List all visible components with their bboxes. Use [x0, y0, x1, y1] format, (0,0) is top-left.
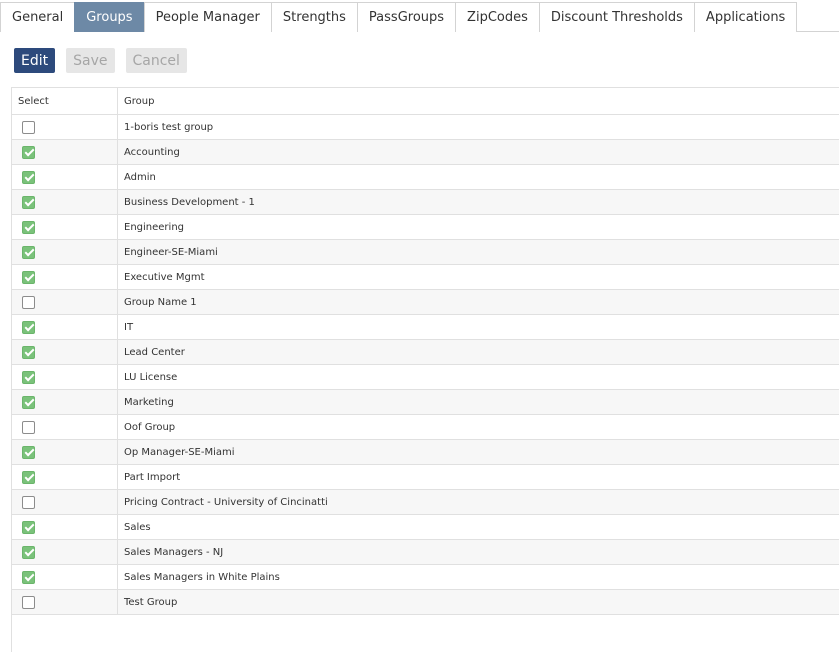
table-row[interactable]: Admin	[12, 165, 839, 190]
select-cell	[12, 140, 118, 164]
row-select-checkbox[interactable]	[22, 145, 35, 159]
table-row[interactable]: Lead Center	[12, 340, 839, 365]
select-cell	[12, 115, 118, 139]
tab-general[interactable]: General	[0, 2, 76, 32]
select-cell	[12, 390, 118, 414]
tab-strengths[interactable]: Strengths	[270, 2, 358, 32]
column-header-group[interactable]: Group	[118, 88, 839, 114]
group-name-cell: Sales Managers - NJ	[124, 546, 224, 558]
group-name-cell: Engineer-SE-Miami	[124, 246, 218, 258]
table-row[interactable]: Engineer-SE-Miami	[12, 240, 839, 265]
table-row[interactable]: Sales	[12, 515, 839, 540]
select-cell	[12, 215, 118, 239]
group-name-cell: Business Development - 1	[124, 196, 255, 208]
row-select-checkbox[interactable]	[22, 545, 35, 559]
select-cell	[12, 515, 118, 539]
row-select-checkbox[interactable]	[22, 445, 35, 459]
tab-bar: General Groups People Manager Strengths …	[0, 2, 839, 32]
select-cell	[12, 540, 118, 564]
tab-discount-thresholds[interactable]: Discount Thresholds	[538, 2, 695, 32]
row-select-checkbox[interactable]	[22, 295, 35, 309]
select-cell	[12, 415, 118, 439]
group-name-cell: Test Group	[124, 596, 178, 608]
grid-body: 1-boris test group Accounting Admin Busines…	[12, 115, 839, 615]
select-cell	[12, 190, 118, 214]
group-name-cell: LU License	[124, 371, 178, 383]
select-cell	[12, 240, 118, 264]
select-cell	[12, 590, 118, 614]
tab-applications[interactable]: Applications	[693, 2, 798, 32]
group-name-cell: Executive Mgmt	[124, 271, 205, 283]
row-select-checkbox[interactable]	[22, 370, 35, 384]
group-name-cell: Engineering	[124, 221, 184, 233]
table-row[interactable]: Executive Mgmt	[12, 265, 839, 290]
cancel-button[interactable]: Cancel	[125, 48, 187, 73]
row-select-checkbox[interactable]	[22, 345, 35, 359]
table-row[interactable]: Test Group	[12, 590, 839, 615]
tab-passgroups[interactable]: PassGroups	[356, 2, 457, 32]
table-row[interactable]: LU License	[12, 365, 839, 390]
group-name-cell: Op Manager-SE-Miami	[124, 446, 235, 458]
group-name-cell: Accounting	[124, 146, 180, 158]
row-select-checkbox[interactable]	[22, 245, 35, 259]
table-row[interactable]: Group Name 1	[12, 290, 839, 315]
select-cell	[12, 365, 118, 389]
row-select-checkbox[interactable]	[22, 170, 35, 184]
column-header-select[interactable]: Select	[12, 88, 118, 114]
select-cell	[12, 440, 118, 464]
table-row[interactable]: Op Manager-SE-Miami	[12, 440, 839, 465]
row-select-checkbox[interactable]	[22, 495, 35, 509]
row-select-checkbox[interactable]	[22, 570, 35, 584]
grid-header: Select Group	[12, 88, 839, 115]
row-select-checkbox[interactable]	[22, 395, 35, 409]
select-cell	[12, 340, 118, 364]
group-name-cell: Oof Group	[124, 421, 176, 433]
group-name-cell: Admin	[124, 171, 156, 183]
group-name-cell: Group Name 1	[124, 296, 197, 308]
table-row[interactable]: Engineering	[12, 215, 839, 240]
table-row[interactable]: Sales Managers in White Plains	[12, 565, 839, 590]
group-name-cell: Marketing	[124, 396, 174, 408]
save-button[interactable]: Save	[66, 48, 115, 73]
group-name-cell: Pricing Contract - University of Cincina…	[124, 496, 328, 508]
table-row[interactable]: 1-boris test group	[12, 115, 839, 140]
row-select-checkbox[interactable]	[22, 220, 35, 234]
row-select-checkbox[interactable]	[22, 120, 35, 134]
select-cell	[12, 290, 118, 314]
tab-groups[interactable]: Groups	[74, 2, 145, 32]
tab-people-manager[interactable]: People Manager	[143, 2, 272, 32]
group-name-cell: Lead Center	[124, 346, 185, 358]
row-select-checkbox[interactable]	[22, 320, 35, 334]
group-name-cell: Sales	[124, 521, 151, 533]
group-name-cell: 1-boris test group	[124, 121, 214, 133]
edit-button[interactable]: Edit	[14, 48, 56, 73]
table-row[interactable]: Sales Managers - NJ	[12, 540, 839, 565]
table-row[interactable]: Accounting	[12, 140, 839, 165]
table-row[interactable]: Pricing Contract - University of Cincina…	[12, 490, 839, 515]
groups-grid: Select Group 1-boris test group Accountin…	[11, 87, 839, 652]
row-select-checkbox[interactable]	[22, 195, 35, 209]
table-row[interactable]: Oof Group	[12, 415, 839, 440]
select-cell	[12, 165, 118, 189]
select-cell	[12, 315, 118, 339]
group-name-cell: IT	[124, 321, 134, 333]
select-cell	[12, 490, 118, 514]
row-select-checkbox[interactable]	[22, 470, 35, 484]
table-row[interactable]: Marketing	[12, 390, 839, 415]
select-cell	[12, 565, 118, 589]
select-cell	[12, 265, 118, 289]
select-cell	[12, 465, 118, 489]
tab-zipcodes[interactable]: ZipCodes	[455, 2, 540, 32]
table-row[interactable]: Part Import	[12, 465, 839, 490]
table-row[interactable]: Business Development - 1	[12, 190, 839, 215]
row-select-checkbox[interactable]	[22, 595, 35, 609]
group-name-cell: Part Import	[124, 471, 181, 483]
row-select-checkbox[interactable]	[22, 520, 35, 534]
toolbar: Edit Save Cancel	[14, 48, 187, 73]
table-row[interactable]: IT	[12, 315, 839, 340]
row-select-checkbox[interactable]	[22, 420, 35, 434]
group-name-cell: Sales Managers in White Plains	[124, 571, 280, 583]
row-select-checkbox[interactable]	[22, 270, 35, 284]
